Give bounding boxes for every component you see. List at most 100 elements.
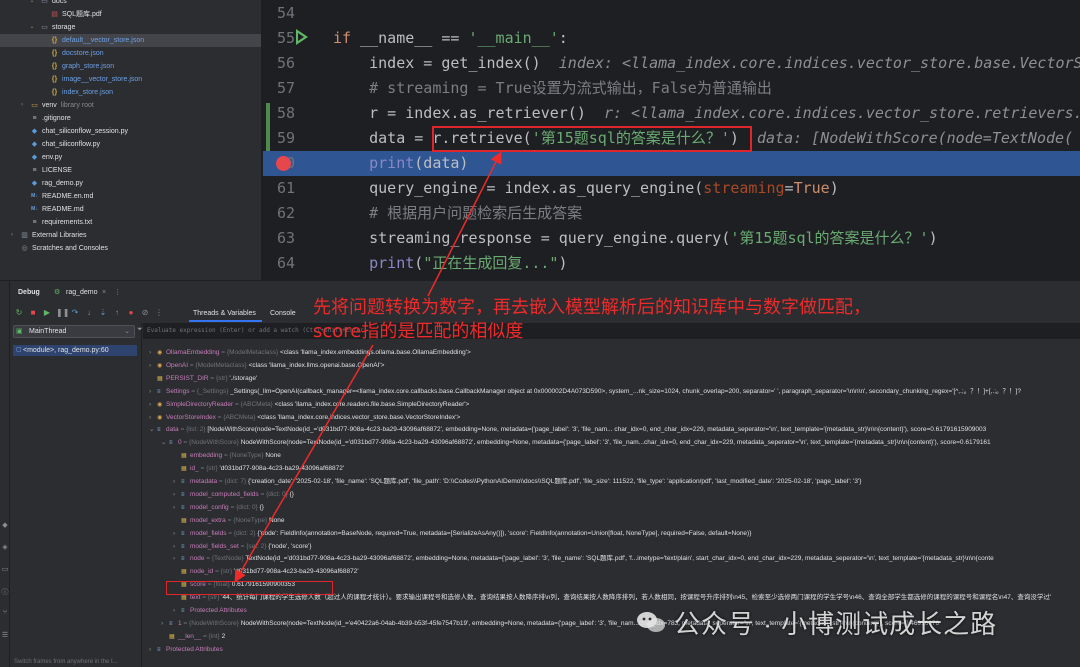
code-line[interactable]: 63 streaming_response = query_engine.que… bbox=[263, 226, 1080, 251]
frame-item[interactable]: <module>, rag_demo.py:60 bbox=[13, 345, 137, 356]
line-number[interactable]: 56 bbox=[263, 51, 295, 76]
chevron-right-icon[interactable]: › bbox=[173, 540, 181, 553]
more-actions-icon[interactable]: ⋮ bbox=[154, 308, 164, 318]
variable-row[interactable]: ▦ id_ = {str} 'd031bd77-908a-4c23-ba29-43… bbox=[173, 462, 344, 475]
code-line[interactable]: 56 index = get_index() index: <llama_ind… bbox=[263, 51, 1080, 76]
step-into-icon[interactable]: ↓ bbox=[84, 308, 94, 318]
terminal-icon[interactable]: ▭ bbox=[0, 565, 10, 573]
step-over-icon[interactable]: ↷ bbox=[70, 308, 80, 318]
line-number[interactable]: 64 bbox=[263, 251, 295, 276]
tree-item[interactable]: ≡ requirements.txt bbox=[0, 216, 261, 229]
variable-row[interactable]: › ≡ Protected Attributes bbox=[149, 643, 223, 656]
variable-row[interactable]: › ≡ model_fields_set = {set: 2} {'node', '… bbox=[173, 540, 312, 553]
tree-item[interactable]: {} default__vector_store.json bbox=[0, 34, 261, 47]
variable-row[interactable]: ▦ PERSIST_DIR = {str} './storage' bbox=[149, 372, 257, 385]
tree-item[interactable]: ◎ Scratches and Consoles bbox=[0, 242, 261, 255]
tab-rag-demo[interactable]: rag_demo bbox=[66, 281, 98, 305]
chevron-right-icon[interactable]: › bbox=[173, 488, 181, 501]
tree-item[interactable]: › ▭ venv library root bbox=[0, 99, 261, 112]
chevron-right-icon[interactable]: › bbox=[149, 346, 157, 359]
line-number[interactable]: 61 bbox=[263, 176, 295, 201]
breakpoint-icon[interactable] bbox=[276, 156, 291, 171]
variable-row[interactable]: › ◉ VectorStoreIndex = {ABCMeta} <class 'l… bbox=[149, 411, 460, 424]
more-tabs-icon[interactable]: ⋮ bbox=[114, 281, 121, 305]
variable-row[interactable]: › ◉ OllamaEmbedding = {ModelMetaclass} <cl… bbox=[149, 346, 471, 359]
tree-item[interactable]: M↓ README.md bbox=[0, 203, 261, 216]
chevron-right-icon[interactable]: › bbox=[149, 643, 157, 656]
stop-icon[interactable]: ■ bbox=[28, 308, 38, 318]
tree-item[interactable]: {} image__vector_store.json bbox=[0, 73, 261, 86]
code-line[interactable]: 61 query_engine = index.as_query_engine(… bbox=[263, 176, 1080, 201]
chevron-right-icon[interactable]: › bbox=[173, 501, 181, 514]
line-number[interactable]: 54 bbox=[263, 1, 295, 26]
python-console-icon[interactable]: ◆ bbox=[0, 521, 10, 529]
chevron-right-icon[interactable]: › bbox=[149, 359, 157, 372]
resume-icon[interactable]: ▶ bbox=[42, 308, 52, 318]
tree-item[interactable]: ◆ rag_demo.py bbox=[0, 177, 261, 190]
close-tab-icon[interactable]: × bbox=[102, 281, 106, 305]
tree-item[interactable]: {} index_store.json bbox=[0, 86, 261, 99]
chevron-right-icon[interactable]: › bbox=[173, 552, 181, 565]
line-number[interactable]: 62 bbox=[263, 201, 295, 226]
variable-row[interactable]: › ≡ node = {TextNode} TextNode(id_='d031bd… bbox=[173, 552, 994, 565]
pause-icon[interactable]: ❚❚ bbox=[56, 308, 69, 318]
chevron-right-icon[interactable]: › bbox=[161, 617, 169, 630]
code-line[interactable]: 58 r = index.as_retriever() r: <llama_in… bbox=[263, 101, 1080, 126]
code-line[interactable]: 54 bbox=[263, 1, 1080, 26]
tree-item[interactable]: ⌄ ▭ docs bbox=[0, 0, 261, 8]
step-out-icon[interactable]: ↑ bbox=[112, 308, 122, 318]
chevron-right-icon[interactable]: › bbox=[149, 385, 157, 398]
chevron-right-icon[interactable]: › bbox=[149, 411, 157, 424]
chevron-right-icon[interactable]: › bbox=[173, 527, 181, 540]
chevron-right-icon[interactable]: › bbox=[173, 604, 181, 617]
variable-row[interactable]: › ≡ model_computed_fields = {dict: 0} {} bbox=[173, 488, 294, 501]
chevron-right-icon[interactable]: › bbox=[149, 398, 157, 411]
variable-row[interactable]: ▦ node_id = {str} 'd031bd77-908a-4c23-ba2… bbox=[173, 565, 359, 578]
line-number[interactable]: 63 bbox=[263, 226, 295, 251]
chevron-down-icon[interactable]: ⌄ bbox=[28, 0, 36, 8]
tree-item[interactable]: {} graph_store.json bbox=[0, 60, 261, 73]
rerun-icon[interactable]: ↻ bbox=[14, 308, 24, 318]
tree-item[interactable]: {} docstore.json bbox=[0, 47, 261, 60]
tree-item[interactable]: ≡ LICENSE bbox=[0, 164, 261, 177]
variable-row[interactable]: › ≡ Settings = {_Settings} _Settings(_llm=… bbox=[149, 385, 1021, 398]
chevron-down-icon[interactable]: ⌄ bbox=[149, 423, 157, 436]
code-line[interactable]: 55 if __name__ == '__main__': bbox=[263, 26, 1080, 51]
step-into-my-code-icon[interactable]: ⇣ bbox=[98, 308, 108, 318]
code-line[interactable]: 60 print(data) bbox=[263, 151, 1080, 176]
tree-item[interactable]: ◆ chat_siliconflow_session.py bbox=[0, 125, 261, 138]
tree-item[interactable]: ⌄ ▭ storage bbox=[0, 21, 261, 34]
tree-item[interactable]: ▤ SQL题库.pdf bbox=[0, 8, 261, 21]
chevron-down-icon[interactable]: ⌄ bbox=[28, 21, 36, 34]
tree-item[interactable]: M↓ README.en.md bbox=[0, 190, 261, 203]
git-icon[interactable]: ⑂ bbox=[0, 609, 10, 616]
filter-icon[interactable]: ⏷ bbox=[137, 326, 143, 334]
variable-row[interactable]: › ≡ model_config = {dict: 0} {} bbox=[173, 501, 264, 514]
variable-row[interactable]: ▦ embedding = {NoneType} None bbox=[173, 449, 281, 462]
mute-breakpoints-icon[interactable]: ⊘ bbox=[140, 308, 150, 318]
tree-item[interactable]: ≡ .gitignore bbox=[0, 112, 261, 125]
code-line[interactable]: 62 # 根据用户问题检索后生成答案 bbox=[263, 201, 1080, 226]
variable-row[interactable]: › ≡ metadata = {dict: 7} {'creation_date':… bbox=[173, 475, 861, 488]
chevron-down-icon[interactable]: ⌄ bbox=[161, 436, 169, 449]
line-number[interactable]: 57 bbox=[263, 76, 295, 101]
line-number[interactable]: 55 bbox=[263, 26, 295, 51]
variable-row[interactable]: ⌄ ≡ 0 = {NodeWithScore} NodeWithScore(node… bbox=[161, 436, 991, 449]
problems-icon[interactable]: ⓘ bbox=[0, 587, 10, 597]
variable-row[interactable]: ▦ model_extra = {NoneType} None bbox=[173, 514, 285, 527]
variable-row[interactable]: › ◉ SimpleDirectoryReader = {ABCMeta} <cla… bbox=[149, 398, 469, 411]
thread-selector[interactable]: MainThread ⌄ bbox=[13, 325, 135, 338]
variable-row[interactable]: › ≡ Protected Attributes bbox=[173, 604, 247, 617]
variable-row[interactable]: › ◉ OpenAI = {ModelMetaclass} <class 'llam… bbox=[149, 359, 384, 372]
layers-icon[interactable]: ◈ bbox=[0, 543, 10, 551]
chevron-right-icon[interactable]: › bbox=[18, 99, 26, 112]
code-line[interactable]: 57 # streaming = True设置为流式输出，False为普通输出 bbox=[263, 76, 1080, 101]
tree-item[interactable]: › ▥ External Libraries bbox=[0, 229, 261, 242]
variable-row[interactable]: ▦ __len__ = {int} 2 bbox=[161, 630, 225, 643]
tree-item[interactable]: ◆ env.py bbox=[0, 151, 261, 164]
todo-icon[interactable]: ☰ bbox=[0, 631, 10, 639]
chevron-right-icon[interactable]: › bbox=[173, 475, 181, 488]
chevron-right-icon[interactable]: › bbox=[8, 229, 16, 242]
view-breakpoints-icon[interactable]: ● bbox=[126, 308, 136, 318]
variable-row[interactable]: ⌄ ≡ data = {list: 2} [NodeWithScore(node=T… bbox=[149, 423, 986, 436]
